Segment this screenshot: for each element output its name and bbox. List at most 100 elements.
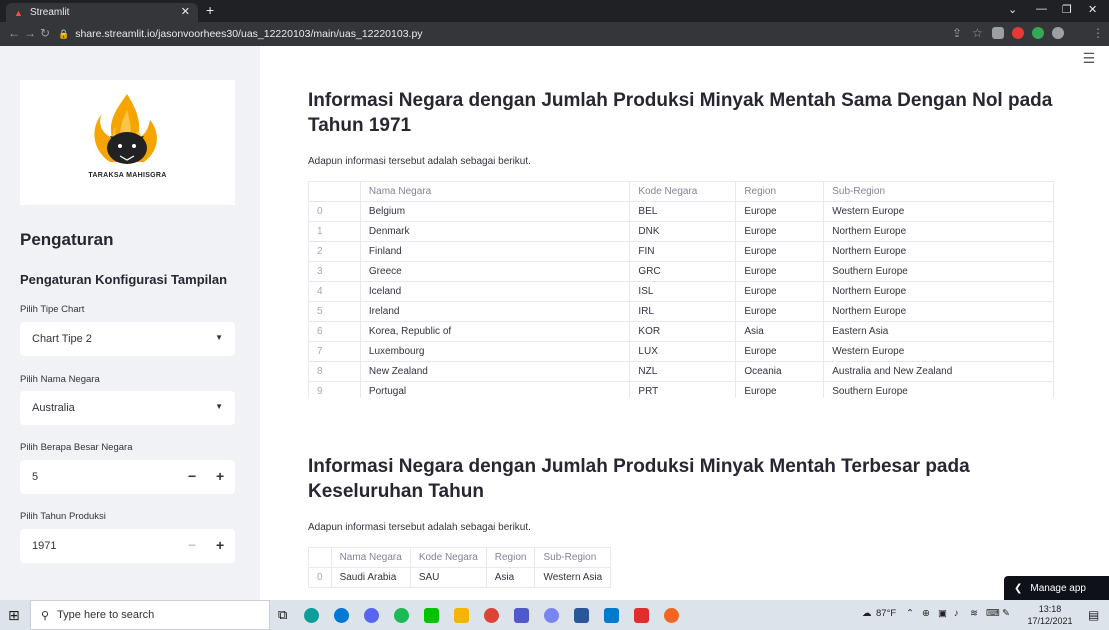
discord-icon[interactable]	[364, 608, 379, 623]
app-icon-orange[interactable]	[664, 608, 679, 623]
country-select[interactable]: Australia ▼	[20, 391, 235, 425]
bookmark-star-icon[interactable]: ☆	[972, 26, 983, 40]
logo: TARAKSA MAHISGRA	[20, 80, 235, 205]
close-window-icon[interactable]: ✕	[1088, 3, 1097, 16]
pen-icon[interactable]: ✎	[1002, 608, 1010, 619]
table-cell: Finland	[359, 241, 631, 262]
table-cell: Europe	[735, 281, 825, 302]
column-header[interactable]: Kode Negara	[629, 181, 737, 202]
section1-table: Nama Negara Kode Negara Region Sub-Region 0…	[308, 181, 1054, 398]
section1-title: Informasi Negara dengan Jumlah Produksi …	[308, 90, 1053, 136]
line-icon[interactable]	[424, 608, 439, 623]
table-cell: Denmark	[359, 221, 631, 242]
table-cell: Northern Europe	[823, 221, 1054, 242]
chart-type-label: Pilih Tipe Chart	[20, 304, 85, 315]
manage-app-label: Manage app	[1030, 582, 1086, 594]
taskbar-search-box[interactable]: ⚲ Type here to search	[30, 600, 270, 630]
manage-app-button[interactable]: ❮ Manage app	[1004, 576, 1109, 600]
section1-table-container[interactable]: Nama Negara Kode Negara Region Sub-Region 0…	[308, 181, 1054, 398]
windows-start-icon[interactable]: ⊞	[8, 607, 20, 624]
browser-tab[interactable]: ▲ Streamlit ✕	[6, 3, 198, 22]
country-value: Australia	[32, 402, 75, 414]
hamburger-menu-icon[interactable]: ☰	[1082, 50, 1095, 67]
browser-tab-bar: ▲ Streamlit ✕ + ⌄ — ❐ ✕	[0, 0, 1109, 22]
tray-chevron-up-icon[interactable]: ⌃	[906, 608, 914, 619]
table-cell: Eastern Asia	[823, 321, 1054, 342]
column-header[interactable]: Sub-Region	[534, 547, 612, 568]
country-size-stepper[interactable]: 5 − +	[20, 460, 235, 494]
column-header[interactable]: Sub-Region	[823, 181, 1054, 202]
table-cell: FIN	[629, 241, 737, 262]
table-cell: Western Europe	[823, 341, 1054, 362]
edge-browser-icon[interactable]	[304, 608, 319, 623]
profile-avatar-icon[interactable]	[1052, 27, 1064, 39]
table-cell: Oceania	[735, 361, 825, 382]
extension-icon-green[interactable]	[1032, 27, 1044, 39]
wifi-icon[interactable]: ≋	[970, 608, 978, 619]
decrement-button[interactable]: −	[188, 468, 196, 484]
lock-icon: 🔒	[58, 28, 70, 39]
spotify-icon[interactable]	[394, 608, 409, 623]
mail-icon[interactable]	[334, 608, 349, 623]
table-row: 4 Iceland ISL Europe Northern Europe	[308, 281, 1054, 302]
browser-menu-icon[interactable]: ⋮	[1092, 26, 1104, 40]
chart-type-value: Chart Tipe 2	[32, 333, 92, 345]
back-icon[interactable]: ←	[8, 26, 20, 40]
vscode-icon[interactable]	[604, 608, 619, 623]
column-header[interactable]: Region	[485, 547, 536, 568]
url-text: share.streamlit.io/jasonvoorhees30/uas_1…	[75, 28, 423, 40]
file-explorer-icon[interactable]	[454, 608, 469, 623]
language-icon[interactable]: ⌨	[986, 608, 1000, 619]
tab-search-icon[interactable]: ⌄	[1008, 3, 1017, 16]
weather-icon[interactable]: ☁	[862, 608, 872, 619]
clock-time: 13:18	[1038, 604, 1062, 614]
table-cell: Asia	[735, 321, 825, 342]
year-value: 1971	[32, 540, 57, 552]
reload-icon[interactable]: ↻	[40, 26, 50, 40]
word-icon[interactable]	[574, 608, 589, 623]
main-content: ☰ Informasi Negara dengan Jumlah Produks…	[260, 46, 1109, 600]
forward-icon[interactable]: →	[24, 26, 36, 40]
column-header[interactable]: Nama Negara	[359, 181, 631, 202]
year-stepper[interactable]: 1971 − +	[20, 529, 235, 563]
clock-date: 17/12/2021	[1027, 616, 1073, 626]
column-header[interactable]: Nama Negara	[330, 547, 411, 568]
url-field[interactable]: 🔒 share.streamlit.io/jasonvoorhees30/uas…	[58, 25, 1058, 43]
table-row: 2 Finland FIN Europe Northern Europe	[308, 241, 1054, 262]
row-index: 6	[308, 321, 361, 342]
display-icon[interactable]: ▣	[938, 608, 947, 619]
decrement-button[interactable]: −	[188, 537, 196, 553]
chevron-down-icon: ▼	[215, 402, 223, 411]
clock[interactable]: 13:18 17/12/2021	[1024, 603, 1076, 627]
increment-button[interactable]: +	[216, 468, 224, 484]
minimize-icon[interactable]: —	[1036, 3, 1047, 15]
table-cell: Europe	[735, 261, 825, 282]
table-cell: Europe	[735, 381, 825, 398]
table-cell: Europe	[735, 301, 825, 322]
table-header-row: Nama Negara Kode Negara Region Sub-Region	[308, 181, 1054, 202]
sidebar-heading: Pengaturan	[20, 230, 114, 249]
increment-button[interactable]: +	[216, 537, 224, 553]
new-tab-icon[interactable]: +	[206, 2, 214, 18]
app-icon[interactable]	[544, 608, 559, 623]
opera-extension-icon[interactable]	[1012, 27, 1024, 39]
task-view-icon[interactable]: ⧉	[278, 607, 287, 623]
acrobat-icon[interactable]	[634, 608, 649, 623]
table-cell: LUX	[629, 341, 737, 362]
maximize-icon[interactable]: ❐	[1062, 3, 1072, 16]
row-index: 4	[308, 281, 361, 302]
teams-icon[interactable]	[514, 608, 529, 623]
chrome-icon[interactable]	[484, 608, 499, 623]
extension-icon[interactable]	[992, 27, 1004, 39]
search-icon: ⚲	[41, 609, 50, 622]
chart-type-select[interactable]: Chart Tipe 2 ▼	[20, 322, 235, 356]
notification-icon[interactable]: ▤	[1088, 608, 1099, 622]
share-icon[interactable]: ⇪	[952, 26, 962, 40]
network-icon[interactable]: ⊕	[922, 608, 930, 619]
close-tab-icon[interactable]: ✕	[181, 5, 190, 18]
column-header[interactable]: Region	[735, 181, 825, 202]
table-cell: Europe	[735, 201, 825, 222]
column-header[interactable]: Kode Negara	[409, 547, 487, 568]
volume-icon[interactable]: ♪	[954, 608, 959, 619]
sidebar-subheading: Pengaturan Konfigurasi Tampilan	[20, 272, 228, 287]
